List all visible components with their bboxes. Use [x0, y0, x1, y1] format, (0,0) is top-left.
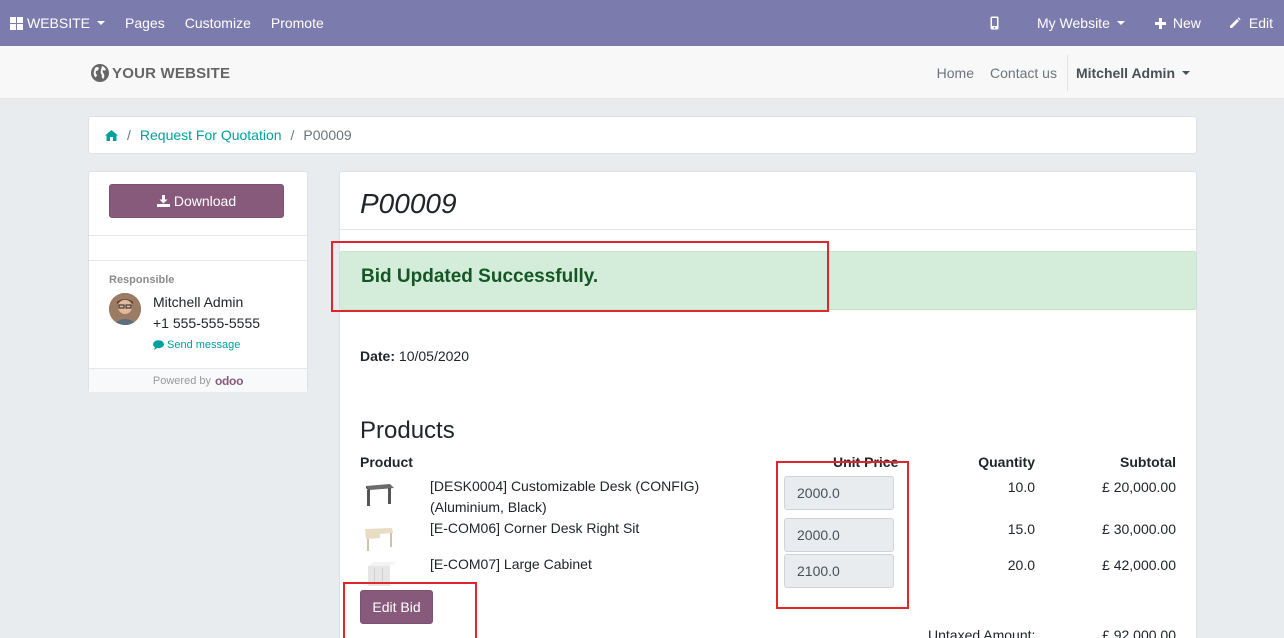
divider [340, 229, 1196, 230]
site-nav: Home Contact us Mitchell Admin [929, 46, 1198, 99]
unit-price-input[interactable]: 2000.0 [784, 518, 894, 552]
site-logo[interactable]: YOUR WEBSITE [90, 63, 230, 83]
edit-button[interactable]: Edit [1219, 0, 1284, 46]
send-message-link[interactable]: Send message [153, 339, 240, 351]
date-label: Date: [360, 348, 396, 364]
avatar [109, 293, 141, 325]
line-subtotal: £ 30,000.00 [1102, 521, 1176, 537]
my-website-menu[interactable]: My Website [1027, 0, 1145, 46]
product-image [362, 524, 396, 554]
pencil-icon [1229, 17, 1241, 28]
mobile-phone-icon [990, 16, 999, 30]
download-icon [156, 195, 170, 207]
line-quantity: 15.0 [1007, 521, 1035, 537]
new-label: New [1172, 15, 1201, 31]
nav-home[interactable]: Home [929, 65, 982, 81]
app-menu-button[interactable]: WEBSITE [0, 0, 115, 46]
product-image [362, 560, 396, 590]
odoo-logo[interactable]: odoo [215, 374, 243, 388]
products-heading: Products [360, 417, 455, 444]
my-website-label: My Website [1036, 15, 1110, 31]
order-panel: P00009 Bid Updated Successfully. Date: 1… [339, 171, 1197, 638]
line-subtotal: £ 42,000.00 [1102, 557, 1176, 573]
menu-customize[interactable]: Customize [175, 0, 261, 46]
column-header-subtotal: Subtotal [1120, 454, 1176, 470]
date-value: 10/05/2020 [398, 348, 469, 364]
chevron-down-icon [97, 21, 106, 25]
chevron-down-icon [1182, 70, 1190, 75]
untaxed-amount-value: £ 92,000.00 [1102, 627, 1176, 638]
send-message-label: Send message [167, 339, 241, 351]
untaxed-amount-label: Untaxed Amount: [928, 627, 1036, 638]
comment-icon [153, 340, 164, 350]
product-name: [E-COM06] Corner Desk Right Sit [430, 520, 640, 536]
responsible-phone: +1 555-555-5555 [153, 315, 261, 331]
breadcrumb-separator: / [127, 127, 131, 143]
menu-pages[interactable]: Pages [115, 0, 175, 46]
product-name: [E-COM07] Large Cabinet [430, 556, 592, 572]
page-title: P00009 [360, 188, 457, 219]
breadcrumb: / Request For Quotation / P00009 [88, 116, 1197, 154]
divider [89, 235, 307, 236]
apps-grid-icon [10, 16, 23, 30]
mobile-preview-button[interactable] [980, 0, 1027, 46]
responsible-name: Mitchell Admin [153, 294, 244, 310]
breadcrumb-rfq-link[interactable]: Request For Quotation [140, 127, 282, 143]
website-header: YOUR WEBSITE Home Contact us Mitchell Ad… [0, 46, 1284, 99]
product-name: [DESK0004] Customizable Desk (CONFIG) (A… [430, 478, 700, 515]
breadcrumb-current: P00009 [303, 127, 352, 143]
success-alert-text: Bid Updated Successfully. [361, 266, 599, 287]
unit-price-input[interactable]: 2000.0 [784, 476, 894, 510]
divider [89, 260, 307, 261]
site-logo-text: YOUR WEBSITE [112, 64, 231, 82]
plus-icon [1154, 17, 1166, 29]
responsible-label: Responsible [109, 274, 175, 286]
edit-label: Edit [1248, 15, 1273, 31]
column-header-unit-price: Unit Price [833, 454, 899, 470]
powered-by: Powered by odoo [89, 368, 307, 392]
product-image [362, 480, 396, 510]
breadcrumb-separator: / [290, 127, 295, 143]
powered-by-label: Powered by [152, 374, 211, 387]
chevron-down-icon [1116, 21, 1125, 25]
line-quantity: 10.0 [1007, 479, 1035, 495]
user-menu-label: Mitchell Admin [1075, 64, 1175, 81]
column-header-quantity: Quantity [978, 454, 1035, 470]
line-subtotal: £ 20,000.00 [1102, 479, 1176, 495]
line-quantity: 20.0 [1007, 557, 1035, 573]
app-menu-label: WEBSITE [27, 15, 91, 31]
order-date: Date: 10/05/2020 [360, 348, 469, 364]
globe-icon [91, 64, 109, 82]
admin-navbar: WEBSITE Pages Customize Promote My Websi… [0, 0, 1284, 46]
download-button[interactable]: Download [109, 184, 284, 218]
new-button[interactable]: New [1145, 0, 1219, 46]
sidebar: Download Responsible Mitchell Admin +1 5… [88, 171, 308, 392]
column-header-product: Product [360, 454, 413, 470]
user-menu[interactable]: Mitchell Admin [1066, 54, 1198, 91]
edit-bid-button[interactable]: Edit Bid [360, 590, 433, 624]
home-icon[interactable] [105, 129, 118, 141]
unit-price-input[interactable]: 2100.0 [784, 554, 894, 588]
nav-contact-us[interactable]: Contact us [982, 65, 1065, 81]
download-label: Download [173, 193, 237, 209]
menu-promote[interactable]: Promote [261, 0, 334, 46]
